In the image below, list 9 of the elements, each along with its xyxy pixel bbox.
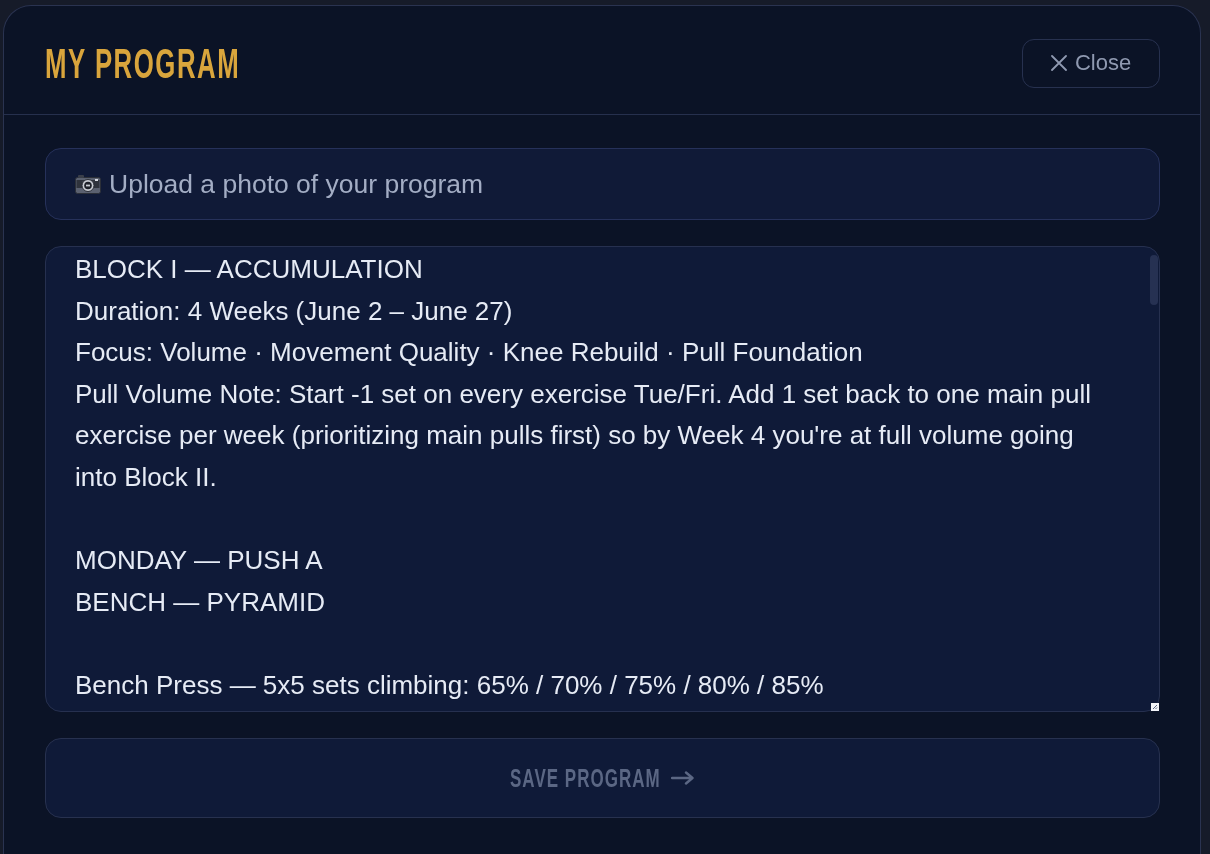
dialog-title: MY PROGRAM bbox=[45, 41, 241, 85]
arrow-right-icon bbox=[671, 771, 696, 785]
camera-icon bbox=[75, 174, 101, 194]
resize-grip-icon[interactable] bbox=[1151, 703, 1159, 711]
close-button[interactable]: Close bbox=[1022, 38, 1160, 88]
upload-button[interactable]: Upload a photo of your program bbox=[45, 148, 1160, 220]
close-icon bbox=[1050, 55, 1067, 71]
scrollbar[interactable] bbox=[1150, 255, 1158, 305]
program-text-field[interactable]: BLOCK I — ACCUMULATION Duration: 4 Weeks (June 2 – June 27) Focus: Volume · Movement Quality · Knee Rebuild · Pull Foundation Pull Volume Note: Start -1 set on every exercise Tue/Fri. Add 1 set back to one main pull exercise per week (prioritizing main pulls first) so by Week 4 you're at full volume going into Block II. MONDAY — PUSH A BENCH — PYRAMID Bench Press — 5x5 sets climbing: 65% / 70% / 75% / 80% / 85% bbox=[45, 246, 1160, 712]
